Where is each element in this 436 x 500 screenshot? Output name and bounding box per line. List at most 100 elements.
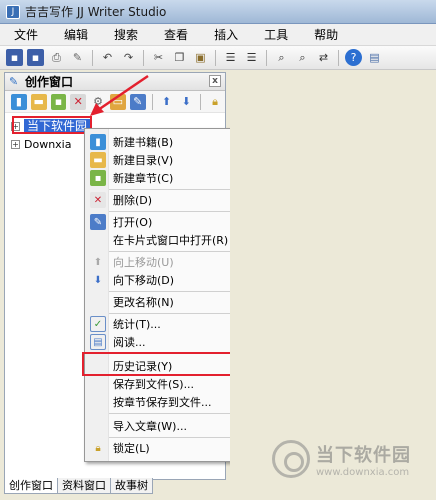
menu-item-label: 按章节保存到文件...: [113, 396, 212, 409]
chapter-icon: ▪: [90, 170, 106, 186]
replace-icon[interactable]: ⇄: [315, 49, 332, 66]
new-chapter-icon[interactable]: ▪: [50, 93, 67, 110]
expand-icon[interactable]: +: [11, 139, 20, 149]
toolbar-separator: [151, 93, 153, 110]
save-icon[interactable]: ▪: [6, 49, 23, 66]
cut-icon[interactable]: ✂: [150, 49, 167, 66]
menu-item-delete[interactable]: ✕ 删除(D): [87, 191, 235, 209]
help-icon[interactable]: ?: [345, 49, 362, 66]
menu-tools[interactable]: 工具: [254, 24, 298, 46]
stats-icon: ✓: [90, 316, 106, 332]
menu-item-label: 阅读...: [113, 336, 146, 349]
menu-item-move-up: ⬆ 向上移动(U): [87, 253, 235, 271]
menu-item-statistics[interactable]: ✓ 统计(T)...: [87, 315, 235, 333]
panel-title: 创作窗口: [25, 75, 74, 89]
open-icon[interactable]: ▭: [109, 93, 126, 110]
tab-materials[interactable]: 资料窗口: [57, 478, 111, 494]
menu-item-label: 向上移动(U): [113, 256, 174, 269]
watermark-logo-icon: [272, 440, 310, 478]
menu-separator: [109, 437, 235, 438]
print-icon[interactable]: ⎙: [48, 49, 65, 66]
menu-item-label: 保存到文件(S)...: [113, 378, 195, 391]
panel-tabs: 创作窗口 资料窗口 故事树: [4, 478, 153, 496]
redo-icon[interactable]: ↷: [120, 49, 137, 66]
app-icon: J: [6, 4, 20, 19]
watermark: 当下软件园 www.downxia.com: [272, 440, 411, 478]
menu-item-label: 向下移动(D): [113, 274, 175, 287]
editor-area[interactable]: [230, 72, 436, 500]
new-folder-icon[interactable]: ▬: [30, 93, 47, 110]
blank-icon: [90, 394, 106, 410]
menu-item-label: 锁定(L): [113, 442, 150, 455]
panel-toolbar: ▮ ▬ ▪ ✕ ⚙ ▭ ✎ ⬆ ⬇ 🔒︎: [5, 91, 225, 113]
edit-icon[interactable]: ✎: [129, 93, 146, 110]
toolbar-separator: [338, 49, 339, 66]
menu-item-save-to-file[interactable]: 保存到文件(S)...: [87, 375, 235, 393]
menu-item-import[interactable]: 导入文章(W)...: [87, 417, 235, 435]
menu-item-rename[interactable]: 更改名称(N): [87, 293, 235, 311]
menu-item-label: 更改名称(N): [113, 296, 174, 309]
toolbar-separator: [143, 49, 144, 66]
blank-icon: [90, 376, 106, 392]
menu-insert[interactable]: 插入: [204, 24, 248, 46]
toolbar-separator: [92, 49, 93, 66]
open-icon: ✎: [90, 214, 106, 230]
find-icon[interactable]: ⌕: [273, 49, 290, 66]
info-icon[interactable]: ▤: [366, 49, 383, 66]
menu-item-label: 新建章节(C): [113, 172, 174, 185]
menu-item-open-card[interactable]: 在卡片式窗口中打开(R): [87, 231, 235, 249]
toolbar-separator: [266, 49, 267, 66]
tree-node-label[interactable]: Downxia: [24, 138, 71, 151]
menu-search[interactable]: 搜索: [104, 24, 148, 46]
tools-icon[interactable]: ✎: [69, 49, 86, 66]
arrow-up-icon: ⬆: [93, 256, 103, 268]
menu-file[interactable]: 文件: [4, 24, 48, 46]
menu-item-new-chapter[interactable]: ▪ 新建章节(C): [87, 169, 235, 187]
move-up-icon[interactable]: ⬆: [159, 94, 175, 110]
arrow-down-icon: ⬇: [93, 274, 103, 286]
toolbar-separator: [200, 93, 202, 110]
menu-item-label: 新建目录(V): [113, 154, 174, 167]
menu-item-open[interactable]: ✎ 打开(O): [87, 213, 235, 231]
menu-separator: [109, 313, 235, 314]
copy-icon[interactable]: ❐: [171, 49, 188, 66]
menu-separator: [109, 251, 235, 252]
menu-item-label: 新建书籍(B): [113, 136, 174, 149]
menu-item-label: 在卡片式窗口中打开(R): [113, 234, 229, 247]
undo-icon[interactable]: ↶: [99, 49, 116, 66]
menu-edit[interactable]: 编辑: [54, 24, 98, 46]
move-down-icon[interactable]: ⬇: [178, 94, 194, 110]
highlight-history-item: [82, 352, 240, 376]
read-icon: ▤: [90, 334, 106, 350]
blank-icon: [90, 418, 106, 434]
menu-item-new-folder[interactable]: ▬ 新建目录(V): [87, 151, 235, 169]
properties-icon[interactable]: ⚙: [90, 94, 106, 110]
menu-item-move-down[interactable]: ⬇ 向下移动(D): [87, 271, 235, 289]
blank-icon: [90, 294, 106, 310]
lock-icon[interactable]: 🔒︎: [207, 94, 223, 110]
indent-left-icon[interactable]: ☰: [222, 49, 239, 66]
tab-creation[interactable]: 创作窗口: [4, 478, 58, 494]
lock-icon: 🔒︎: [95, 442, 101, 454]
find-next-icon[interactable]: ⌕: [294, 49, 311, 66]
paste-icon[interactable]: ▣: [192, 49, 209, 66]
menu-item-lock[interactable]: 🔒︎ 锁定(L): [87, 439, 235, 457]
panel-close-button[interactable]: x: [209, 75, 221, 87]
folder-icon: ▬: [90, 152, 106, 168]
menu-separator: [109, 211, 235, 212]
panel-header: ✎ 创作窗口 x: [5, 73, 225, 91]
menu-item-label: 删除(D): [113, 194, 153, 207]
menu-bar: 文件 编辑 搜索 查看 插入 工具 帮助: [0, 24, 436, 46]
indent-right-icon[interactable]: ☰: [243, 49, 260, 66]
menu-help[interactable]: 帮助: [304, 24, 348, 46]
menu-view[interactable]: 查看: [154, 24, 198, 46]
blank-icon: [90, 232, 106, 248]
save-all-icon[interactable]: ▪: [27, 49, 44, 66]
menu-item-read[interactable]: ▤ 阅读...: [87, 333, 235, 351]
menu-item-new-book[interactable]: ▮ 新建书籍(B): [87, 133, 235, 151]
menu-item-save-by-chapter[interactable]: 按章节保存到文件...: [87, 393, 235, 411]
watermark-url: www.downxia.com: [316, 466, 410, 478]
new-book-icon[interactable]: ▮: [11, 93, 27, 110]
delete-icon[interactable]: ✕: [70, 93, 87, 110]
tab-story-tree[interactable]: 故事树: [110, 478, 153, 494]
